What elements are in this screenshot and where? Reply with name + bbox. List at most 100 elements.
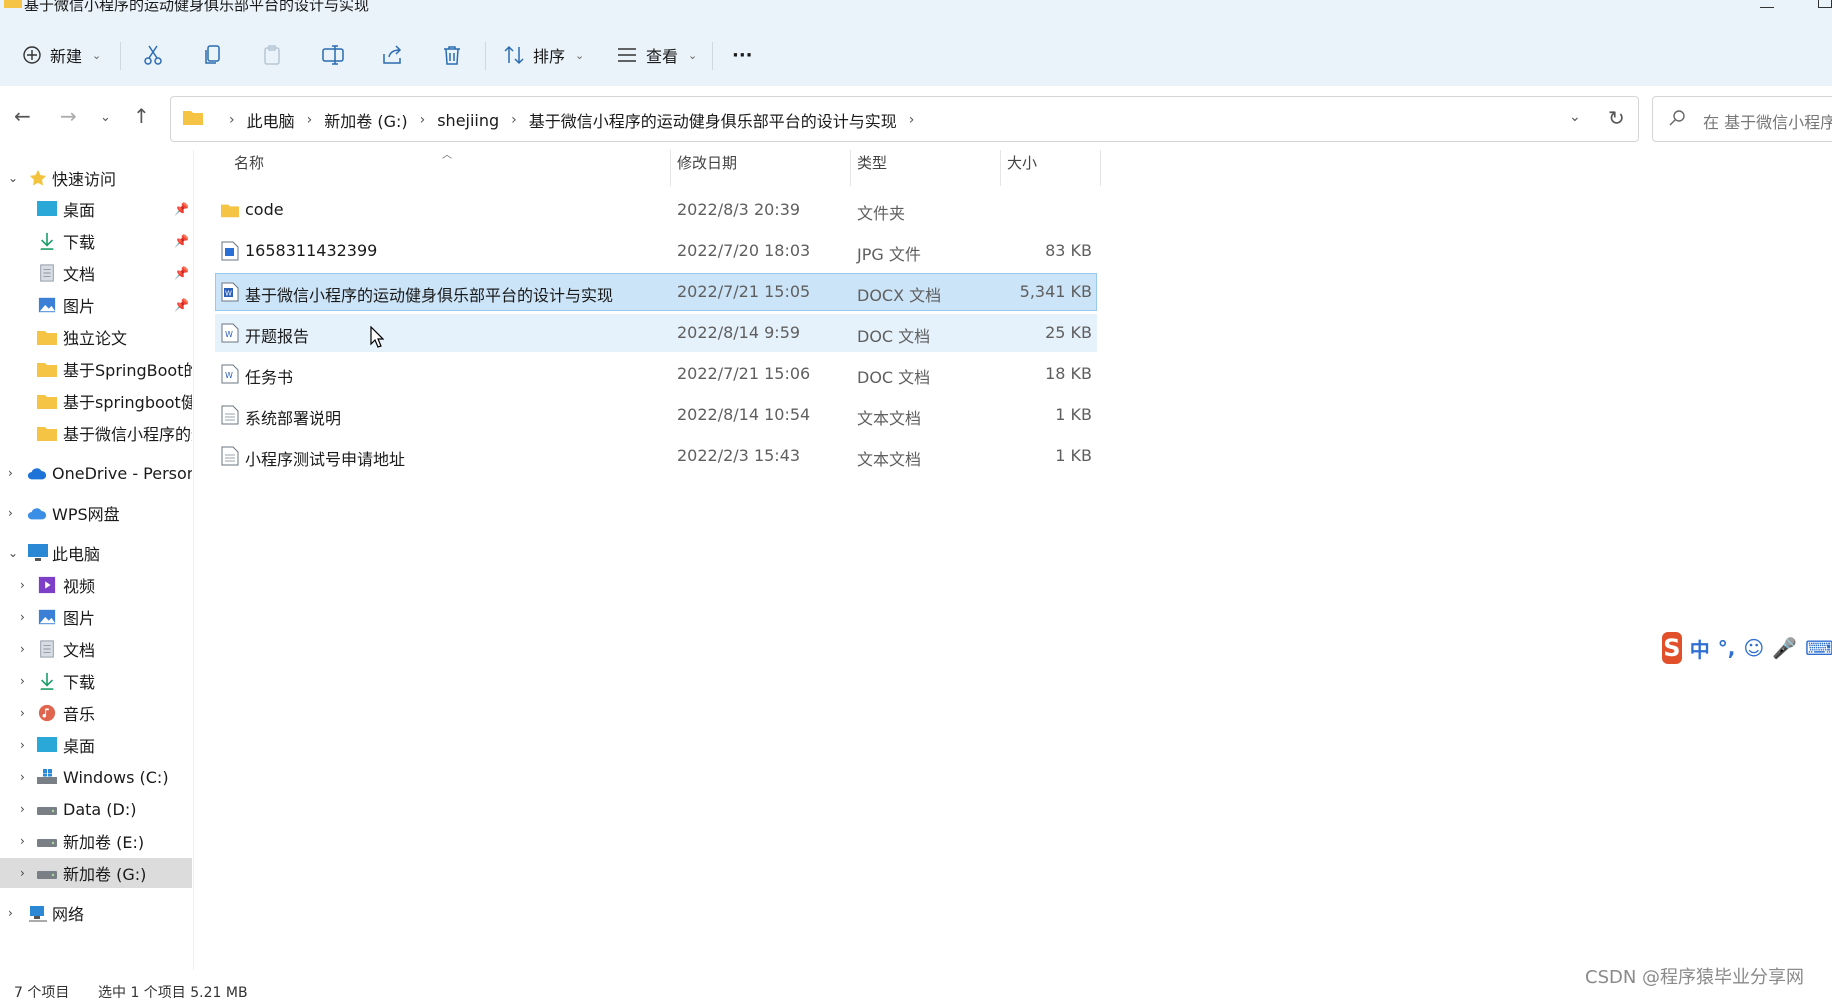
column-header-name[interactable]: 名称 <box>234 152 264 184</box>
address-dropdown-icon[interactable]: ⌄ <box>1569 109 1581 125</box>
sort-button[interactable]: 排序 ⌄ <box>503 38 584 72</box>
nav-item-documents[interactable]: 文档 📌 <box>0 258 192 288</box>
file-name: 系统部署说明 <box>245 409 342 428</box>
chevron-right-icon: › <box>511 112 517 128</box>
ime-toolbar[interactable]: S 中 °, ☺ 🎤 ⌨ <box>1660 630 1832 666</box>
nav-this-pc[interactable]: ⌄ 此电脑 <box>0 538 192 568</box>
nav-item-folder[interactable]: 独立论文 <box>0 322 192 352</box>
rename-button[interactable] <box>321 38 345 72</box>
nav-label: 音乐 <box>63 705 96 724</box>
nav-item-drive-d[interactable]: › Data (D:) <box>0 794 192 824</box>
nav-item-drive-c[interactable]: › Windows (C:) <box>0 762 192 792</box>
chevron-right-icon: › <box>908 112 915 128</box>
view-button[interactable]: 查看 ⌄ <box>616 38 697 72</box>
breadcrumb-item-drive-g[interactable]: 新加卷 (G:) <box>320 108 411 132</box>
breadcrumb-item-shejiing[interactable]: shejiing <box>433 111 503 130</box>
refresh-icon[interactable]: ↻ <box>1608 106 1625 130</box>
minimize-button[interactable] <box>1760 7 1774 8</box>
desktop-icon <box>37 201 57 216</box>
chevron-right-icon: › <box>20 834 25 848</box>
column-header-size[interactable]: 大小 <box>1007 152 1037 184</box>
nav-item-documents[interactable]: › 文档 <box>0 634 192 664</box>
download-icon <box>40 672 54 690</box>
chevron-down-icon: ⌄ <box>575 48 585 62</box>
file-row-selected[interactable]: W 基于微信小程序的运动健身俱乐部平台的设计与实现 2022/7/21 15:0… <box>215 273 1097 311</box>
file-row[interactable]: 1658311432399 2022/7/20 18:03 JPG 文件 83 … <box>215 232 1097 270</box>
recent-chevron-icon[interactable]: ⌄ <box>100 110 111 125</box>
nav-item-folder[interactable]: 基于微信小程序的运 <box>0 418 192 448</box>
nav-item-pictures[interactable]: 图片 📌 <box>0 290 192 320</box>
file-row[interactable]: 小程序测试号申请地址 2022/2/3 15:43 文本文档 1 KB <box>215 437 1097 475</box>
column-header-type[interactable]: 类型 <box>857 152 887 184</box>
file-row[interactable]: W 任务书 2022/7/21 15:06 DOC 文档 18 KB <box>215 355 1097 393</box>
file-size: 1 KB <box>1055 405 1092 424</box>
word-doc-icon: W <box>221 323 239 343</box>
microphone-icon[interactable]: 🎤 <box>1772 636 1797 660</box>
folder-icon <box>183 111 203 125</box>
file-row[interactable]: code 2022/8/3 20:39 文件夹 <box>215 191 1097 229</box>
cut-button[interactable] <box>142 38 164 72</box>
nav-label: OneDrive - Persona <box>52 463 192 483</box>
delete-button[interactable] <box>441 38 463 72</box>
nav-onedrive[interactable]: › OneDrive - Persona <box>0 458 192 488</box>
file-row[interactable]: W 开题报告 2022/8/14 9:59 DOC 文档 25 KB <box>215 314 1097 352</box>
file-type: DOC 文档 <box>857 368 931 387</box>
nav-item-desktop[interactable]: 桌面 📌 <box>0 194 192 224</box>
music-icon <box>38 704 56 722</box>
nav-quick-access[interactable]: ⌄ 快速访问 <box>0 163 192 193</box>
chevron-right-icon: › <box>8 506 13 520</box>
pin-icon[interactable]: 📌 <box>174 202 189 216</box>
breadcrumb-item-this-pc[interactable]: 此电脑 <box>243 108 299 132</box>
column-divider[interactable] <box>670 150 671 186</box>
chevron-right-icon: › <box>20 770 25 784</box>
address-bar[interactable]: › 此电脑 › 新加卷 (G:) › shejiing › 基于微信小程序的运动… <box>170 96 1639 142</box>
nav-item-folder[interactable]: 基于SpringBoot的 <box>0 354 192 384</box>
back-arrow-icon[interactable]: ← <box>14 104 31 128</box>
watermark: CSDN @程序猿毕业分享网 <box>1585 967 1805 988</box>
nav-wps[interactable]: › WPS网盘 <box>0 498 192 528</box>
emoji-icon[interactable]: ☺ <box>1743 636 1764 660</box>
cloud-icon <box>27 508 47 520</box>
svg-text:W: W <box>225 371 233 380</box>
pin-icon[interactable]: 📌 <box>174 234 189 248</box>
search-input[interactable]: 在 基于微信小程序的 <box>1652 96 1832 142</box>
keyboard-icon[interactable]: ⌨ <box>1805 636 1832 660</box>
nav-item-desktop[interactable]: › 桌面 <box>0 730 192 760</box>
folder-icon <box>37 395 57 409</box>
nav-item-videos[interactable]: › 视频 <box>0 570 192 600</box>
file-size: 25 KB <box>1045 323 1092 342</box>
more-button[interactable]: ··· <box>732 38 753 72</box>
pin-icon[interactable]: 📌 <box>174 298 189 312</box>
nav-label: 下载 <box>63 233 96 252</box>
nav-item-folder[interactable]: 基于springboot健 <box>0 386 192 416</box>
column-divider[interactable] <box>850 150 851 186</box>
up-arrow-icon[interactable]: ↑ <box>133 104 150 128</box>
nav-item-drive-e[interactable]: › 新加卷 (E:) <box>0 826 192 856</box>
nav-item-downloads[interactable]: 下载 📌 <box>0 226 192 256</box>
column-header-date[interactable]: 修改日期 <box>677 152 737 184</box>
copy-button[interactable] <box>202 38 224 72</box>
nav-item-music[interactable]: › 音乐 <box>0 698 192 728</box>
column-divider[interactable] <box>1000 150 1001 186</box>
column-divider[interactable] <box>1100 150 1101 186</box>
ime-mode-label[interactable]: 中 <box>1690 634 1710 663</box>
pin-icon[interactable]: 📌 <box>174 266 189 280</box>
paste-button[interactable] <box>261 38 283 72</box>
nav-item-downloads[interactable]: › 下载 <box>0 666 192 696</box>
punctuation-icon[interactable]: °, <box>1718 636 1736 660</box>
new-button[interactable]: 新建 ⌄ <box>22 38 101 72</box>
breadcrumb-item-current-folder[interactable]: 基于微信小程序的运动健身俱乐部平台的设计与实现 <box>525 108 901 132</box>
pictures-icon <box>38 297 56 313</box>
nav-label: 快速访问 <box>52 170 117 189</box>
nav-network[interactable]: › 网络 <box>0 898 192 928</box>
share-button[interactable] <box>381 38 403 72</box>
nav-item-pictures[interactable]: › 图片 <box>0 602 192 632</box>
forward-arrow-icon[interactable]: → <box>60 104 77 128</box>
chevron-right-icon: › <box>20 642 25 656</box>
nav-item-drive-g[interactable]: › 新加卷 (G:) <box>0 858 192 888</box>
status-selection: 选中 1 个项目 5.21 MB <box>98 985 248 1001</box>
nav-label: 图片 <box>63 297 96 316</box>
file-row[interactable]: 系统部署说明 2022/8/14 10:54 文本文档 1 KB <box>215 396 1097 434</box>
maximize-button[interactable] <box>1818 0 1832 8</box>
mouse-cursor-icon <box>370 326 384 348</box>
